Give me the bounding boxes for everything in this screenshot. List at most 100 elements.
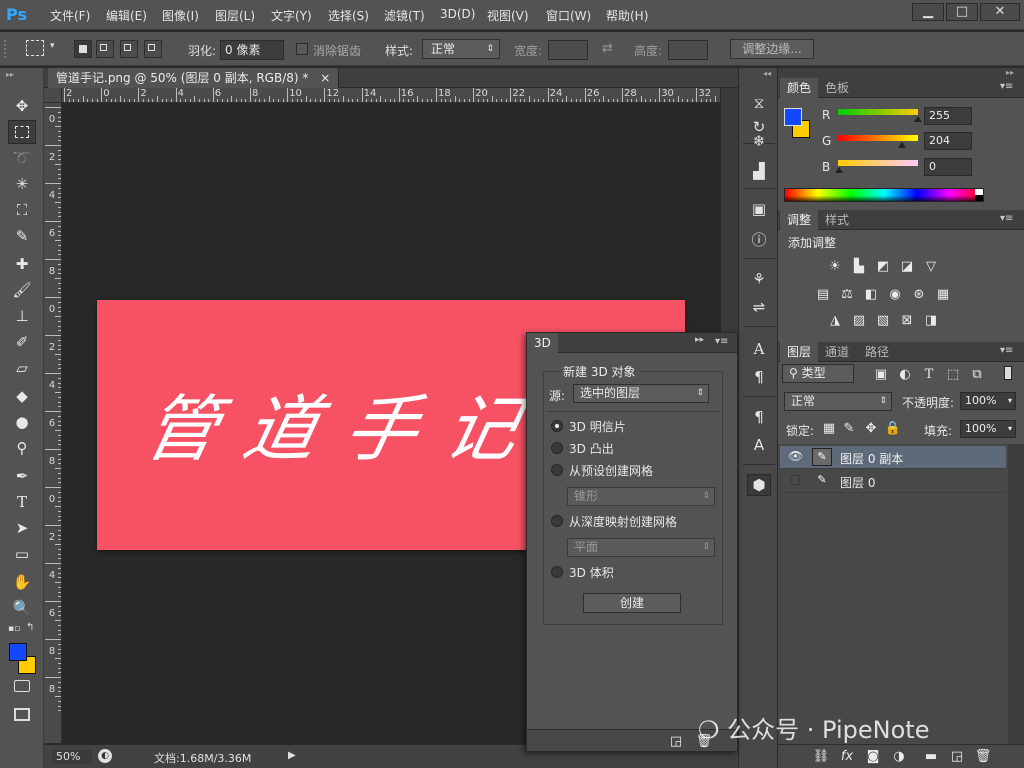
invert-icon[interactable]: ◮ xyxy=(826,312,844,328)
rect-marquee-tool-icon[interactable] xyxy=(8,120,36,144)
brightness-contrast-icon[interactable]: ☀ xyxy=(826,258,844,274)
intersect-selection-icon[interactable] xyxy=(144,40,162,58)
move-tool-icon[interactable]: ✥ xyxy=(8,94,36,118)
preset-mesh-select[interactable]: 锥形 ⇕ xyxy=(567,487,715,506)
color-panel-menu-icon[interactable]: ▾≡ xyxy=(1000,81,1013,92)
pen-tool-icon[interactable]: ✒ xyxy=(8,464,36,488)
option-mesh-from-depth[interactable]: 从深度映射创建网格 xyxy=(569,513,677,530)
gradient-map-icon[interactable]: ◨ xyxy=(922,312,940,328)
red-slider[interactable] xyxy=(838,109,918,115)
layer-name[interactable]: 图层 0 xyxy=(840,474,875,491)
menu-edit[interactable]: 编辑(E) xyxy=(106,7,147,24)
radio-3d-extrusion[interactable] xyxy=(551,442,563,454)
photo-filter-icon[interactable]: ◉ xyxy=(886,286,904,302)
type-tool-icon[interactable]: T xyxy=(8,490,36,514)
tab-color[interactable]: 颜色 xyxy=(780,78,819,98)
dodge-tool-icon[interactable]: ⚲ xyxy=(8,436,36,460)
foreground-color-swatch[interactable] xyxy=(9,643,27,661)
ruler-origin[interactable] xyxy=(44,88,62,103)
rect-marquee-preset-icon[interactable] xyxy=(26,40,44,56)
toolbar-collapse-icon[interactable]: ▸▸ xyxy=(6,70,14,79)
panels-collapse-icon[interactable]: ▸▸ xyxy=(1006,68,1014,77)
rectangle-tool-icon[interactable]: ▭ xyxy=(8,542,36,566)
tab-adjustments[interactable]: 调整 xyxy=(780,210,819,230)
properties-panel-icon[interactable]: ▣ xyxy=(747,198,771,220)
horizontal-ruler[interactable]: 2 0 2 4 6 8 10 12 14 16 18 20 22 24 26 28 30 32 xyxy=(62,88,720,103)
clone-stamp-tool-icon[interactable]: ⊥ xyxy=(8,304,36,328)
new-selection-icon[interactable] xyxy=(74,40,92,58)
posterize-icon[interactable]: ▨ xyxy=(850,312,868,328)
menu-window[interactable]: 窗口(W) xyxy=(546,7,591,24)
antialias-checkbox[interactable] xyxy=(296,43,308,55)
adjustments-menu-icon[interactable]: ▾≡ xyxy=(1000,213,1013,224)
tab-paths[interactable]: 路径 xyxy=(858,342,896,362)
layers-scrollbar[interactable] xyxy=(1008,444,1024,744)
option-mesh-from-preset[interactable]: 从预设创建网格 xyxy=(569,462,653,479)
blend-mode-select[interactable]: 正常 ⇕ xyxy=(784,392,892,411)
eraser-tool-icon[interactable]: ▱ xyxy=(8,356,36,380)
source-select[interactable]: 选中的图层 ⇕ xyxy=(573,384,709,403)
option-3d-postcard[interactable]: 3D 明信片 xyxy=(569,418,626,435)
lock-all-icon[interactable]: 🔒 xyxy=(884,420,902,436)
lock-position-icon[interactable]: ✥ xyxy=(862,420,880,436)
style-select[interactable]: 正常 ⇕ xyxy=(422,39,500,59)
new-item-icon[interactable]: ◲ xyxy=(667,733,685,749)
maximize-button[interactable]: □ xyxy=(946,3,978,21)
paragraph-panel-icon[interactable]: ¶ xyxy=(747,366,771,388)
blue-slider-thumb[interactable] xyxy=(835,167,843,173)
brush-panel-icon[interactable]: ⚘ xyxy=(747,268,771,290)
clone-source-panel-icon[interactable]: ⇌ xyxy=(747,296,771,318)
close-tab-icon[interactable]: × xyxy=(320,71,330,85)
red-slider-thumb[interactable] xyxy=(914,116,922,122)
filter-shape-icon[interactable]: ⬚ xyxy=(944,366,962,382)
option-3d-volume[interactable]: 3D 体积 xyxy=(569,564,614,581)
menu-help[interactable]: 帮助(H) xyxy=(606,7,648,24)
selective-color-icon[interactable]: ⊠ xyxy=(898,312,916,328)
green-slider-thumb[interactable] xyxy=(898,142,906,148)
vibrance-icon[interactable]: ▽ xyxy=(922,258,940,274)
filter-smart-object-icon[interactable]: ⧉ xyxy=(968,366,986,382)
preset-chevron-down-icon[interactable]: ▾ xyxy=(50,41,55,51)
layer-filter-select[interactable]: ⚲ 类型 xyxy=(782,364,854,383)
layers-menu-icon[interactable]: ▾≡ xyxy=(1000,345,1013,356)
swap-arrows-icon[interactable]: ⇄ xyxy=(602,41,613,56)
history-brush-tool-icon[interactable]: ✐ xyxy=(8,330,36,354)
hue-saturation-icon[interactable]: ▤ xyxy=(814,286,832,302)
green-value-input[interactable]: 204 xyxy=(924,132,972,150)
feather-input[interactable]: 0 像素 xyxy=(220,40,284,60)
height-input[interactable] xyxy=(668,40,708,60)
lock-image-icon[interactable]: ✎ xyxy=(840,420,858,436)
color-lookup-icon[interactable]: ▦ xyxy=(934,286,952,302)
menu-3d[interactable]: 3D(D) xyxy=(440,7,475,21)
radio-3d-postcard[interactable] xyxy=(551,420,563,432)
tab-styles[interactable]: 样式 xyxy=(818,210,856,230)
trash-icon[interactable]: 🗑 xyxy=(974,748,992,764)
link-layers-icon[interactable]: ⛓ xyxy=(812,748,830,764)
filter-adjustment-icon[interactable]: ◐ xyxy=(896,366,914,382)
paint-bucket-tool-icon[interactable]: ◆ xyxy=(8,384,36,408)
add-mask-icon[interactable]: ◙ xyxy=(864,748,882,764)
histogram-panel-icon[interactable]: ▟ xyxy=(747,160,771,182)
default-colors-icon[interactable]: ▪▫ xyxy=(8,624,20,634)
brush-presets-panel-icon[interactable]: ❄ xyxy=(747,130,771,152)
vertical-ruler[interactable]: 0 2 4 6 8 0 2 4 6 8 0 2 4 6 8 8 xyxy=(44,103,62,743)
new-group-icon[interactable]: ▬ xyxy=(922,748,940,764)
radio-mesh-from-depth[interactable] xyxy=(551,515,563,527)
subtract-selection-icon[interactable] xyxy=(120,40,138,58)
radio-3d-volume[interactable] xyxy=(551,566,563,578)
red-value-input[interactable]: 255 xyxy=(924,107,972,125)
character-panel-icon[interactable]: A xyxy=(747,338,771,360)
layer-row-copy[interactable]: 👁 ✎ 图层 0 副本 xyxy=(780,446,1006,469)
tab-layers[interactable]: 图层 xyxy=(780,342,819,362)
crop-tool-icon[interactable]: ⛶ xyxy=(8,198,36,222)
character-styles-panel-icon[interactable]: A xyxy=(747,434,771,456)
blue-value-input[interactable]: 0 xyxy=(924,158,972,176)
fill-input[interactable]: 100% ▾ xyxy=(960,420,1016,438)
filter-pixel-icon[interactable]: ▣ xyxy=(872,366,890,382)
tab-channels[interactable]: 通道 xyxy=(818,342,856,362)
levels-icon[interactable]: ▙ xyxy=(850,258,868,274)
close-window-button[interactable]: ✕ xyxy=(980,3,1020,21)
channel-mixer-icon[interactable]: ⊛ xyxy=(910,286,928,302)
paragraph-styles-panel-icon[interactable]: ¶ xyxy=(747,406,771,428)
color-spectrum-bar[interactable] xyxy=(784,188,984,202)
